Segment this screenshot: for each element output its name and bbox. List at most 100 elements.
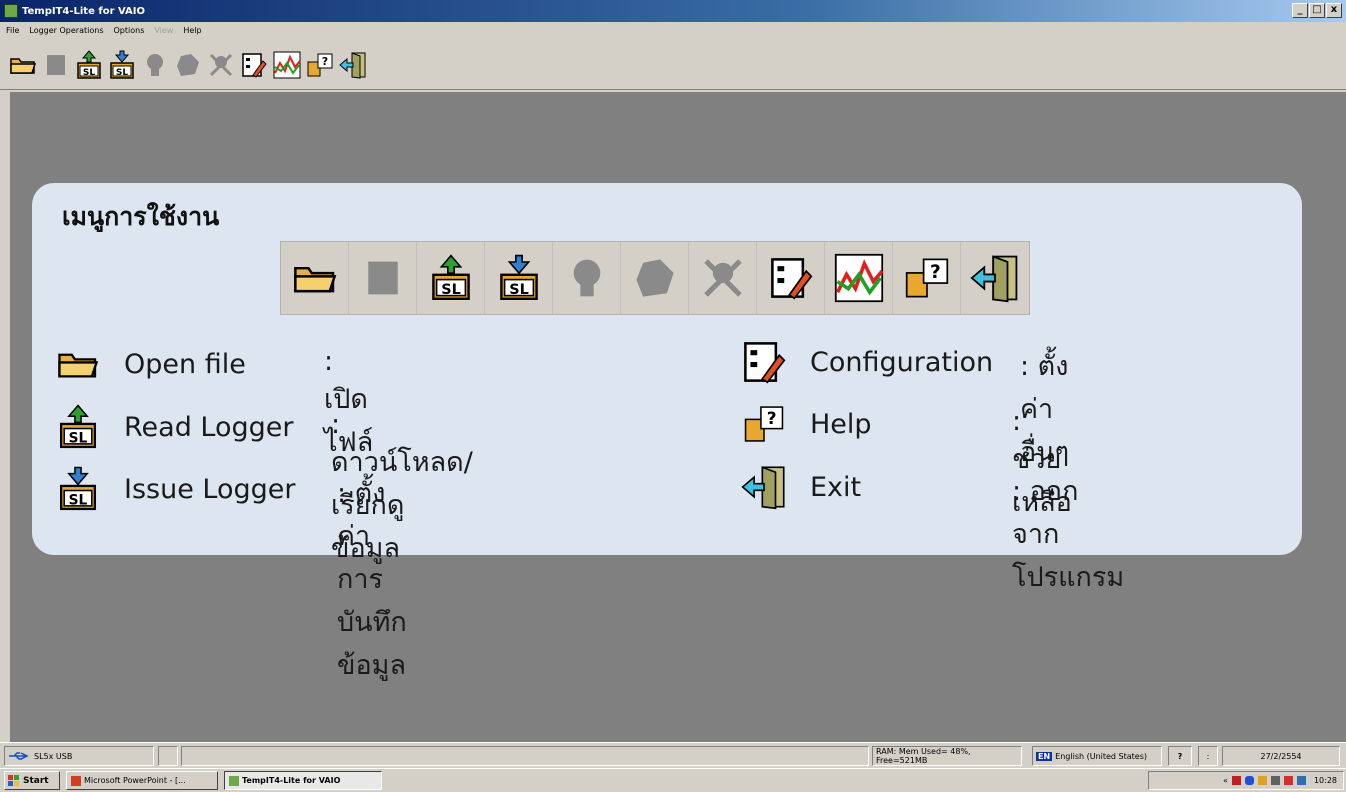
legend-label-exit: Exit bbox=[810, 471, 862, 503]
read-logger-icon: SL bbox=[431, 254, 470, 300]
title-bar: TempIT4-Lite for VAIO _ □ x bbox=[0, 0, 1346, 22]
status-colon-cell: : bbox=[1198, 746, 1218, 766]
system-tray: « 10:28 bbox=[1148, 771, 1344, 790]
panel-read-logger-button[interactable]: SL bbox=[417, 242, 485, 314]
tray-volume-icon[interactable] bbox=[1270, 776, 1280, 785]
close-button[interactable]: x bbox=[1326, 3, 1342, 18]
tool-icon bbox=[703, 259, 742, 297]
maximize-button[interactable]: □ bbox=[1309, 3, 1325, 18]
exit-icon bbox=[339, 51, 366, 79]
tray-display-icon[interactable] bbox=[1296, 776, 1306, 785]
toolbar-graph-button[interactable] bbox=[272, 48, 302, 82]
open-folder-icon bbox=[293, 266, 336, 293]
toolbar-exit-button[interactable] bbox=[338, 48, 368, 82]
toolbar-help-button[interactable]: ? bbox=[305, 48, 335, 82]
minimize-button[interactable]: _ bbox=[1292, 3, 1308, 18]
toolbar-map-button bbox=[173, 48, 203, 82]
panel-help-button[interactable]: ? bbox=[893, 242, 961, 314]
language-code-badge: EN bbox=[1036, 751, 1053, 761]
status-usb: SL5x USB bbox=[4, 746, 154, 766]
status-ram: RAM: Mem Used= 48%, Free=521MB bbox=[872, 746, 1022, 766]
panel-head-button bbox=[553, 242, 621, 314]
menu-help[interactable]: Help bbox=[183, 26, 201, 35]
legend-exit: Exit : ออกจากโปรแกรม bbox=[740, 463, 1124, 593]
language-label: English (United States) bbox=[1055, 751, 1148, 761]
toolbar-stop-button bbox=[41, 48, 71, 82]
usb-icon bbox=[9, 752, 29, 760]
panel-issue-logger-button[interactable]: SL bbox=[485, 242, 553, 314]
status-empty-cell bbox=[158, 746, 178, 766]
exit-icon bbox=[741, 466, 785, 510]
issue-logger-icon: SL bbox=[110, 50, 134, 79]
tray-bluetooth-icon[interactable] bbox=[1244, 776, 1254, 785]
menu-view: View bbox=[154, 26, 174, 35]
windows-logo-icon bbox=[8, 774, 19, 786]
toolbar-open-button[interactable] bbox=[8, 48, 38, 82]
stop-icon bbox=[47, 54, 65, 75]
tempit-icon bbox=[229, 775, 239, 786]
taskbar: Start Microsoft PowerPoint - [... TempIT… bbox=[0, 768, 1346, 792]
legend-help: ? Help : ช่วยเหลือ bbox=[740, 400, 1072, 518]
help-icon: ? bbox=[905, 258, 948, 298]
tray-app-icon[interactable] bbox=[1231, 776, 1241, 785]
panel-exit-button[interactable] bbox=[961, 242, 1029, 314]
toolbar-issue-logger-button[interactable]: SL bbox=[107, 48, 137, 82]
start-button[interactable]: Start bbox=[4, 771, 60, 790]
task-tempit[interactable]: TempIT4-Lite for VAIO bbox=[224, 771, 382, 790]
svg-text:SL: SL bbox=[83, 68, 95, 78]
svg-text:SL: SL bbox=[509, 282, 529, 298]
menu-logger-operations[interactable]: Logger Operations bbox=[29, 26, 103, 35]
open-folder-icon bbox=[58, 353, 99, 378]
app-icon bbox=[4, 4, 18, 18]
head-icon bbox=[147, 53, 163, 76]
legend-icon-configuration bbox=[740, 338, 788, 386]
panel-configuration-button[interactable] bbox=[757, 242, 825, 314]
legend-icon-read-logger: SL bbox=[54, 403, 102, 451]
legend-label-help: Help bbox=[810, 408, 872, 440]
legend-label-read-logger: Read Logger bbox=[124, 411, 294, 443]
svg-text:SL: SL bbox=[116, 68, 128, 78]
panel-graph-button[interactable] bbox=[825, 242, 893, 314]
legend-label-configuration: Configuration bbox=[810, 346, 994, 378]
legend-label-issue-logger: Issue Logger bbox=[124, 473, 296, 505]
tray-security-icon[interactable] bbox=[1283, 776, 1293, 785]
status-date: 27/2/2554 bbox=[1222, 746, 1340, 766]
status-language[interactable]: EN English (United States) bbox=[1032, 746, 1162, 766]
svg-text:SL: SL bbox=[441, 282, 461, 298]
legend-open-file: Open file : เปิดไฟล์ bbox=[54, 340, 373, 458]
panel-stop-button bbox=[349, 242, 417, 314]
open-folder-icon bbox=[10, 57, 37, 74]
colon-icon: : bbox=[1206, 751, 1210, 761]
toolbar-read-logger-button[interactable]: SL bbox=[74, 48, 104, 82]
task-powerpoint[interactable]: Microsoft PowerPoint - [... bbox=[66, 771, 218, 790]
panel-open-button[interactable] bbox=[281, 242, 349, 314]
tool-icon bbox=[209, 53, 233, 76]
graph-icon bbox=[834, 253, 884, 303]
legend-desc-issue-logger: : ตั้งค่าการบันทึกข้อมูล bbox=[337, 478, 407, 681]
panel-toolbar: SL SL ? bbox=[280, 241, 1030, 315]
toolbar-configuration-button[interactable] bbox=[239, 48, 269, 82]
svg-text:?: ? bbox=[322, 55, 328, 68]
menu-options[interactable]: Options bbox=[114, 26, 145, 35]
legend-desc-exit: : ออกจากโปรแกรม bbox=[1012, 476, 1125, 593]
menu-file[interactable]: File bbox=[6, 26, 19, 35]
configuration-icon bbox=[770, 258, 812, 300]
tray-network-icon[interactable] bbox=[1257, 776, 1267, 785]
tray-expand-icon[interactable]: « bbox=[1223, 776, 1228, 785]
status-date-label: 27/2/2554 bbox=[1260, 751, 1302, 761]
svg-text:SL: SL bbox=[69, 430, 88, 446]
panel-map-button bbox=[621, 242, 689, 314]
graph-icon bbox=[273, 51, 301, 78]
legend-icon-help: ? bbox=[740, 400, 788, 448]
legend-label-open-file: Open file bbox=[124, 348, 246, 380]
toolbar-tool-button bbox=[206, 48, 236, 82]
tray-clock[interactable]: 10:28 bbox=[1314, 776, 1337, 785]
status-usb-label: SL5x USB bbox=[34, 751, 73, 761]
svg-text:?: ? bbox=[930, 262, 941, 283]
svg-text:SL: SL bbox=[69, 492, 88, 508]
task-powerpoint-label: Microsoft PowerPoint - [... bbox=[84, 776, 186, 785]
issue-logger-icon: SL bbox=[499, 254, 538, 300]
status-help-icon-cell[interactable]: ? bbox=[1168, 746, 1192, 766]
start-label: Start bbox=[23, 775, 49, 786]
read-logger-icon: SL bbox=[59, 404, 97, 449]
